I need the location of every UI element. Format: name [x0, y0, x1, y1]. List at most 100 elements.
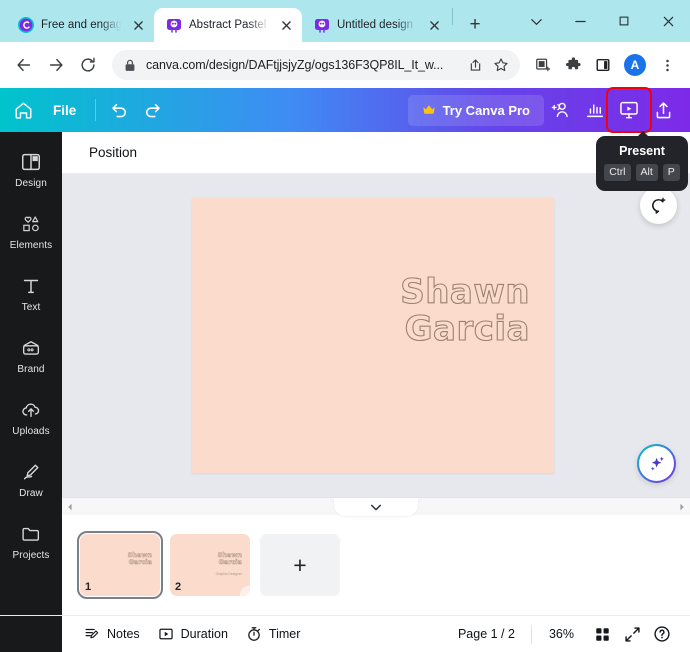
add-page-button[interactable]: +: [260, 534, 340, 596]
page-indicator[interactable]: Page 1 / 2: [446, 627, 527, 641]
forward-arrow-icon[interactable]: [41, 50, 71, 80]
expand-fullscreen-icon[interactable]: [617, 619, 647, 649]
pages-thumbnail-strip: Shawn Garcia 1 Shawn Garcia Graphic Desi…: [62, 515, 690, 615]
tooltip-shortcut-keys: Ctrl Alt P: [604, 164, 680, 182]
shortcut-key-p: P: [662, 164, 680, 182]
sidebar-item-elements[interactable]: Elements: [2, 204, 60, 257]
sidebar-item-label: Draw: [19, 488, 43, 499]
browser-tab-title: Free and engag: [41, 19, 123, 31]
elements-shapes-icon: [20, 212, 42, 236]
thumb-line2: Garcia: [218, 558, 242, 567]
extensions-puzzle-icon[interactable]: [559, 51, 587, 79]
position-button[interactable]: Position: [80, 139, 146, 166]
help-question-icon[interactable]: [647, 619, 677, 649]
timer-stopwatch-icon: [246, 626, 262, 642]
lock-icon: [124, 59, 138, 72]
magic-sparkles-icon[interactable]: [637, 444, 676, 483]
three-dot-menu-icon[interactable]: [653, 51, 681, 79]
canva-circle-icon: [17, 17, 34, 34]
canvas-title-line1: Shawn: [400, 272, 530, 312]
minimize-icon[interactable]: [558, 0, 602, 42]
scroll-right-arrow-icon[interactable]: [674, 499, 690, 515]
avatar[interactable]: A: [624, 54, 646, 76]
undo-icon[interactable]: [102, 93, 136, 127]
draw-pen-icon: [20, 460, 42, 484]
page-thumbnail-1[interactable]: Shawn Garcia 1: [77, 531, 163, 599]
try-canva-pro-button[interactable]: Try Canva Pro: [407, 94, 544, 126]
canva-icon: [313, 17, 330, 34]
close-icon[interactable]: [130, 17, 146, 33]
sidebar-item-label: Uploads: [12, 426, 50, 437]
folder-icon: [20, 522, 42, 546]
workspace: Position Shawn Garcia Shawn Garcia 1 Sha…: [62, 132, 690, 615]
sidebar-item-text[interactable]: Text: [2, 266, 60, 319]
file-menu-button[interactable]: File: [40, 95, 89, 125]
canvas-title-text[interactable]: Shawn Garcia: [400, 272, 530, 348]
status-bar: Notes Duration Timer Page 1 / 2 36%: [0, 615, 690, 652]
design-layout-icon: [20, 150, 42, 174]
page-thumbnail-2[interactable]: Shawn Garcia Graphic Designer 2: [170, 534, 250, 596]
browser-tab-strip: Free and engag Abstract Pastel Untitled …: [0, 0, 690, 42]
home-icon[interactable]: [6, 93, 40, 127]
insights-chart-icon[interactable]: [578, 93, 612, 127]
present-tooltip: Present Ctrl Alt P: [596, 130, 688, 192]
timer-label: Timer: [268, 627, 301, 641]
browser-tab-title: Abstract Pastel: [189, 19, 267, 31]
horizontal-scrollbar[interactable]: [62, 497, 690, 516]
timer-button[interactable]: Timer: [237, 621, 309, 647]
scroll-left-arrow-icon[interactable]: [62, 499, 78, 515]
app-body: Design Elements Text Brand Uploads Draw …: [0, 132, 690, 615]
duration-play-icon: [158, 626, 174, 642]
sidebar-item-brand[interactable]: Brand: [2, 328, 60, 381]
close-icon[interactable]: [426, 17, 442, 33]
page-thumbnail-text: Shawn Garcia: [127, 551, 152, 567]
browser-tab-1[interactable]: Free and engag: [6, 8, 154, 42]
notes-label: Notes: [107, 627, 140, 641]
chevron-down-icon[interactable]: [514, 0, 558, 42]
notes-button[interactable]: Notes: [75, 621, 149, 647]
maximize-icon[interactable]: [602, 0, 646, 42]
reading-list-icon[interactable]: [529, 51, 557, 79]
canva-top-toolbar: File Try Canva Pro Present Ctrl Alt P: [0, 87, 690, 192]
collapse-pages-panel-button[interactable]: [334, 498, 418, 516]
present-button-wrapper: [606, 87, 652, 133]
toolbar-divider: [95, 99, 97, 121]
brand-wallet-icon: [20, 336, 42, 360]
back-arrow-icon[interactable]: [9, 50, 39, 80]
browser-tab-3[interactable]: Untitled design: [302, 8, 450, 42]
design-page-canvas[interactable]: Shawn Garcia: [192, 198, 554, 473]
left-sidebar: Design Elements Text Brand Uploads Draw …: [0, 132, 62, 615]
crown-icon: [422, 104, 436, 116]
page-number-label: 2: [175, 581, 182, 593]
redo-icon[interactable]: [136, 93, 170, 127]
star-icon[interactable]: [488, 52, 514, 78]
canvas-area[interactable]: Shawn Garcia: [62, 174, 690, 497]
shortcut-key-alt: Alt: [635, 164, 658, 182]
address-bar[interactable]: canva.com/design/DAFtjjsjyZg/ogs136F3QP8…: [112, 50, 520, 80]
side-panel-icon[interactable]: [589, 51, 617, 79]
zoom-level-label[interactable]: 36%: [536, 627, 587, 641]
statusbar-content: Notes Duration Timer Page 1 / 2 36%: [62, 619, 690, 649]
sidebar-item-draw[interactable]: Draw: [2, 452, 60, 505]
page-thumbnail-subtitle: Graphic Designer: [215, 572, 242, 576]
notes-icon: [84, 626, 100, 642]
scrollbar-track[interactable]: [78, 498, 674, 516]
page-number-label: 1: [85, 581, 92, 593]
share-export-icon[interactable]: [646, 93, 680, 127]
sidebar-item-design[interactable]: Design: [2, 142, 60, 195]
add-collaborator-icon[interactable]: [544, 93, 578, 127]
new-tab-button[interactable]: +: [461, 11, 489, 39]
close-icon[interactable]: [278, 17, 294, 33]
thumb-line2: Garcia: [128, 558, 152, 567]
duration-button[interactable]: Duration: [149, 621, 237, 647]
page-thumbnail-text: Shawn Garcia: [217, 551, 242, 567]
close-icon[interactable]: [646, 0, 690, 42]
present-icon[interactable]: [612, 93, 646, 127]
share-icon[interactable]: [462, 52, 488, 78]
grid-view-icon[interactable]: [587, 619, 617, 649]
sidebar-item-projects[interactable]: Projects: [2, 514, 60, 567]
reload-icon[interactable]: [73, 50, 103, 80]
browser-tab-2[interactable]: Abstract Pastel: [154, 8, 302, 42]
sidebar-item-uploads[interactable]: Uploads: [2, 390, 60, 443]
add-comment-icon[interactable]: [640, 187, 677, 224]
